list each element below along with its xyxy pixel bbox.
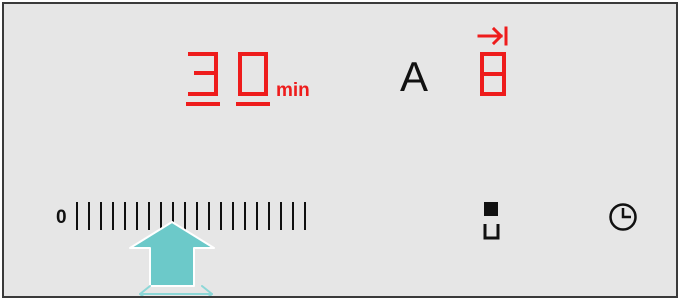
slider-tick[interactable]: [268, 202, 270, 230]
slider-tick[interactable]: [76, 202, 78, 230]
hob-control-panel: 3 0 min A 8 0: [2, 2, 678, 298]
tap-and-slide-arrow-icon: [128, 220, 224, 296]
slider-tick[interactable]: [232, 202, 234, 230]
mode-label: A: [400, 53, 429, 100]
slider-tick[interactable]: [292, 202, 294, 230]
slider-tick[interactable]: [88, 202, 90, 230]
slider-tick[interactable]: [280, 202, 282, 230]
power-level-digit-icon: [477, 26, 508, 96]
slider-tick[interactable]: [244, 202, 246, 230]
slider-tick[interactable]: [124, 202, 126, 230]
clock-icon[interactable]: [608, 202, 638, 232]
cooking-zone-select-icon[interactable]: [482, 200, 502, 244]
slider-tick[interactable]: [112, 202, 114, 230]
slider-tick[interactable]: [100, 202, 102, 230]
power-level-display: 8: [474, 22, 514, 98]
slider-tick[interactable]: [304, 202, 306, 230]
slider-tick[interactable]: [256, 202, 258, 230]
timer-unit-label: min: [276, 80, 310, 101]
slider-zero-label: 0: [56, 207, 67, 228]
